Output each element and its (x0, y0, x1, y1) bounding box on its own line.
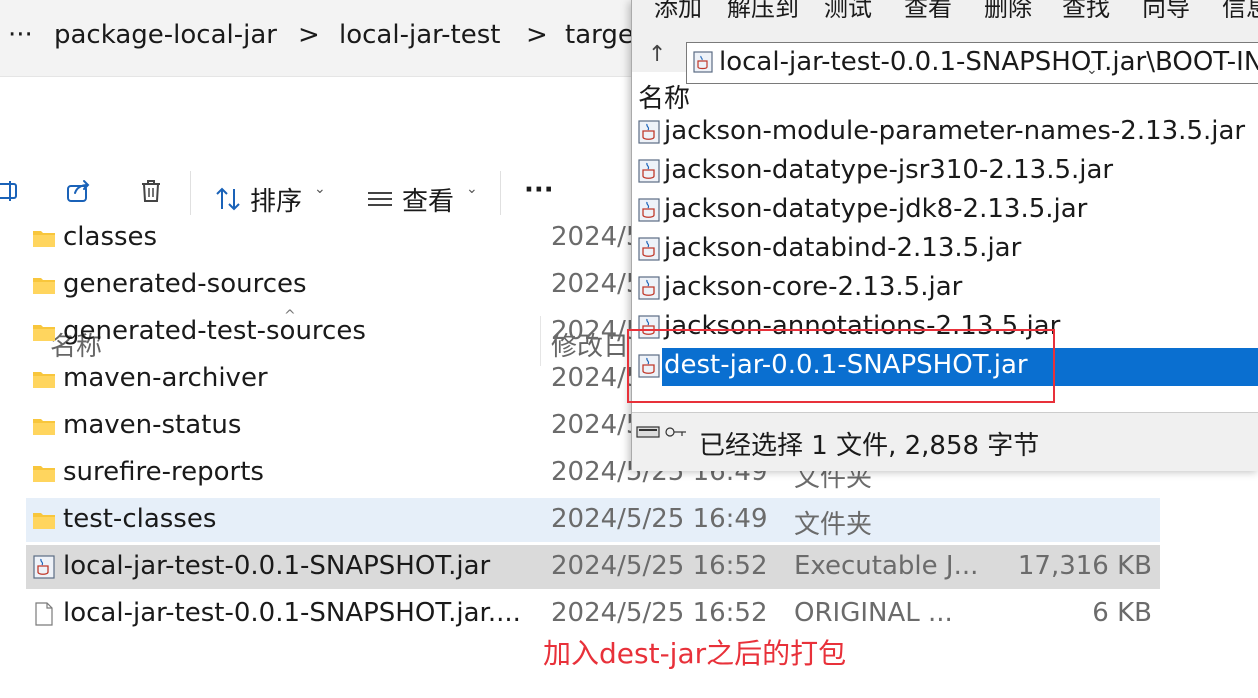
menu-item[interactable]: 查找 (1062, 0, 1110, 18)
file-name: generated-test-sources (63, 316, 366, 346)
file-name: local-jar-test-0.0.1-SNAPSHOT.jar (63, 551, 491, 581)
archive-entry-name: jackson-core-2.13.5.jar (664, 272, 963, 302)
jar-icon (638, 159, 660, 183)
archive-entry-row[interactable]: jackson-datatype-jdk8-2.13.5.jar (638, 192, 1258, 230)
file-row[interactable]: local-jar-test-0.0.1-SNAPSHOT.jar 2024/5/… (26, 545, 1160, 589)
archive-status-bar: 已经选择 1 文件, 2,858 字节 (632, 412, 1258, 471)
archive-entry-name: jackson-datatype-jdk8-2.13.5.jar (664, 194, 1088, 224)
folder-icon (33, 513, 55, 529)
menu-item[interactable]: 解压到 (727, 0, 799, 18)
file-date: 2024/5 (551, 222, 643, 252)
file-row[interactable]: test-classes 2024/5/25 16:49 文件夹 (26, 498, 1160, 542)
jar-icon (638, 120, 660, 144)
folder-icon (33, 419, 55, 435)
archive-entry-row[interactable]: jackson-core-2.13.5.jar (638, 270, 1258, 308)
file-size: 6 KB (1092, 598, 1152, 628)
file-date: 2024/5/25 16:49 (551, 504, 768, 534)
archive-entry-name: jackson-module-parameter-names-2.13.5.ja… (664, 116, 1246, 146)
file-date: 2024/5 (551, 269, 643, 299)
archive-menu-bar: 添加 解压到 测试 查看 删除 查找 向导 信息 (632, 0, 1258, 18)
file-name: surefire-reports (63, 457, 264, 487)
breadcrumb-separator[interactable]: > (526, 20, 548, 50)
file-size: 17,316 KB (1017, 551, 1152, 581)
menu-item[interactable]: 测试 (824, 0, 872, 18)
menu-item[interactable]: 向导 (1142, 0, 1190, 18)
breadcrumb-item-local-jar-test[interactable]: local-jar-test (339, 20, 500, 50)
menu-item[interactable]: 查看 (904, 0, 952, 18)
archive-path-text: local-jar-test-0.0.1-SNAPSHOT.jar\BOOT-I… (719, 47, 1258, 77)
folder-icon (33, 466, 55, 482)
folder-icon (33, 231, 55, 247)
menu-item[interactable]: 信息 (1222, 0, 1258, 18)
archive-column-name-header[interactable]: 名称 (638, 78, 690, 115)
jar-icon (638, 237, 660, 261)
file-name: test-classes (63, 504, 217, 534)
file-date: 2024/5/25 16:52 (551, 598, 768, 628)
file-type: 文件夹 (794, 510, 873, 540)
drive-key-icon (636, 426, 686, 438)
file-date: 2024/5 (551, 410, 643, 440)
menu-item[interactable]: 添加 (654, 0, 702, 18)
file-type: Executable J... (794, 551, 979, 581)
archive-entry-name: jackson-datatype-jsr310-2.13.5.jar (664, 155, 1114, 185)
archive-path-field[interactable]: local-jar-test-0.0.1-SNAPSHOT.jar\BOOT-I… (686, 42, 1258, 84)
up-arrow-icon[interactable]: ↑ (648, 42, 666, 67)
archive-entry-row[interactable]: jackson-databind-2.13.5.jar (638, 231, 1258, 269)
jar-icon (33, 555, 55, 579)
archive-path-row: ↑ local-jar-test-0.0.1-SNAPSHOT.jar\BOOT… (632, 18, 1258, 84)
file-name: maven-status (63, 410, 242, 440)
jar-icon (638, 198, 660, 222)
archive-entry-row[interactable]: jackson-datatype-jsr310-2.13.5.jar (638, 153, 1258, 191)
breadcrumb-more-button[interactable]: ··· (8, 20, 33, 50)
file-name: classes (63, 222, 158, 252)
file-date: 2024/5/25 16:52 (551, 551, 768, 581)
file-icon (35, 602, 53, 626)
breadcrumb-separator[interactable]: > (298, 20, 320, 50)
file-name: local-jar-test-0.0.1-SNAPSHOT.jar.... (63, 598, 521, 628)
highlight-box (627, 329, 1055, 403)
file-type: ORIGINAL ... (794, 598, 953, 628)
jar-icon (693, 51, 713, 73)
archive-status-text: 已经选择 1 文件, 2,858 字节 (699, 431, 1040, 461)
menu-item[interactable]: 删除 (984, 0, 1032, 18)
breadcrumb-item-package-local-jar[interactable]: package-local-jar (54, 20, 277, 50)
folder-icon (33, 278, 55, 294)
file-row[interactable]: local-jar-test-0.0.1-SNAPSHOT.jar.... 202… (26, 592, 1160, 636)
archive-entry-row[interactable]: jackson-module-parameter-names-2.13.5.ja… (638, 114, 1258, 152)
file-name: generated-sources (63, 269, 307, 299)
folder-icon (33, 372, 55, 388)
folder-icon (33, 325, 55, 341)
jar-icon (638, 276, 660, 300)
breadcrumb-item-target[interactable]: targe (565, 20, 634, 50)
archive-entry-name: jackson-databind-2.13.5.jar (664, 233, 1022, 263)
file-name: maven-archiver (63, 363, 268, 393)
chevron-down-icon[interactable]: ⌄ (1086, 62, 1098, 78)
annotation-text: 加入dest-jar之后的打包 (543, 637, 847, 670)
